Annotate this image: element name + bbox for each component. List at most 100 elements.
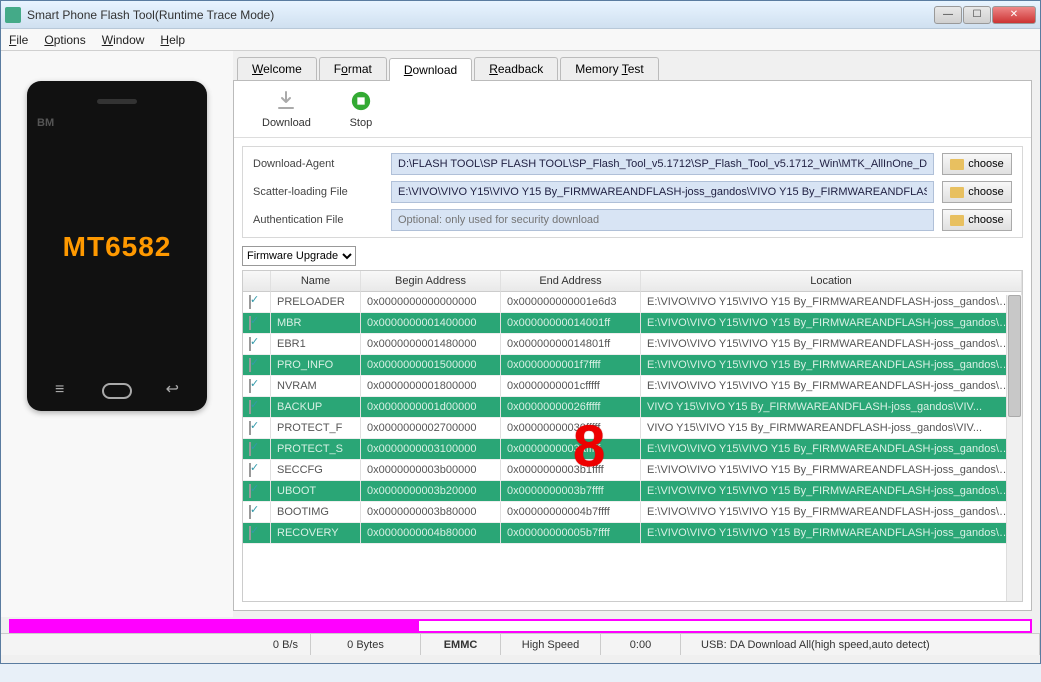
row-end: 0x00000000004b7ffff [501,502,641,522]
table-row[interactable]: PRELOADER0x00000000000000000x00000000000… [243,292,1022,313]
row-begin: 0x0000000003b80000 [361,502,501,522]
table-row[interactable]: UBOOT0x0000000003b200000x0000000003b7fff… [243,481,1022,502]
row-checkbox[interactable] [243,439,271,459]
tab-memory-test[interactable]: Memory Test [560,57,658,80]
row-name: SECCFG [271,460,361,480]
row-checkbox[interactable] [243,523,271,543]
col-checkbox[interactable] [243,271,271,292]
col-name[interactable]: Name [271,271,361,292]
row-end: 0x0000000003b1ffff [501,460,641,480]
row-end: 0x0000000001f7ffff [501,355,641,375]
row-checkbox[interactable] [243,376,271,396]
row-location: E:\VIVO\VIVO Y15\VIVO Y15 By_FIRMWAREAND… [641,355,1022,375]
table-row[interactable]: BACKUP0x0000000001d000000x00000000026fff… [243,397,1022,418]
row-location: VIVO Y15\VIVO Y15 By_FIRMWAREANDFLASH-jo… [641,418,1022,438]
close-button[interactable]: ✕ [992,6,1036,24]
table-row[interactable]: RECOVERY0x0000000004b800000x00000000005b… [243,523,1022,544]
tab-strip: Welcome Format Download Readback Memory … [237,57,1032,80]
minimize-button[interactable]: — [934,6,962,24]
tab-welcome[interactable]: Welcome [237,57,317,80]
scrollbar-thumb[interactable] [1008,295,1021,417]
tab-content: Download Stop Download-Agent choose Scat… [233,80,1032,611]
table-row[interactable]: BOOTIMG0x0000000003b800000x00000000004b7… [243,502,1022,523]
phone-chip-label: MT6582 [27,231,207,263]
row-checkbox[interactable] [243,460,271,480]
row-checkbox[interactable] [243,502,271,522]
table-row[interactable]: PROTECT_S0x00000000031000000x0000000003a… [243,439,1022,460]
row-checkbox[interactable] [243,481,271,501]
menu-window[interactable]: Window [102,33,145,47]
row-end: 0x00000000030fffff [501,418,641,438]
status-bytes: 0 Bytes [311,634,421,655]
menu-file[interactable]: File [9,33,28,47]
row-checkbox[interactable] [243,418,271,438]
row-name: RECOVERY [271,523,361,543]
scrollbar[interactable] [1006,295,1022,601]
row-checkbox[interactable] [243,292,271,312]
right-pane: Welcome Format Download Readback Memory … [233,51,1040,617]
da-input[interactable] [391,153,934,175]
app-window: Smart Phone Flash Tool(Runtime Trace Mod… [0,0,1041,664]
row-end: 0x0000000003b7ffff [501,481,641,501]
row-begin: 0x0000000004b80000 [361,523,501,543]
window-title: Smart Phone Flash Tool(Runtime Trace Mod… [27,8,934,22]
table-row[interactable]: EBR10x00000000014800000x00000000014801ff… [243,334,1022,355]
table-row[interactable]: NVRAM0x00000000018000000x0000000001cffff… [243,376,1022,397]
table-row[interactable]: SECCFG0x0000000003b000000x0000000003b1ff… [243,460,1022,481]
phone-bm-label: BM [37,117,54,129]
mode-dropdown[interactable]: Firmware Upgrade [242,246,356,266]
da-choose-button[interactable]: choose [942,153,1012,175]
col-begin[interactable]: Begin Address [361,271,501,292]
table-row[interactable]: PRO_INFO0x00000000015000000x0000000001f7… [243,355,1022,376]
row-name: EBR1 [271,334,361,354]
row-checkbox[interactable] [243,313,271,333]
tab-readback[interactable]: Readback [474,57,558,80]
tab-download[interactable]: Download [389,58,472,81]
auth-input[interactable] [391,209,934,231]
menu-options[interactable]: Options [44,33,85,47]
auth-choose-button[interactable]: choose [942,209,1012,231]
row-begin: 0x0000000001400000 [361,313,501,333]
file-group: Download-Agent choose Scatter-loading Fi… [242,146,1023,238]
table-row[interactable]: MBR0x00000000014000000x00000000014001ffE… [243,313,1022,334]
row-begin: 0x0000000001480000 [361,334,501,354]
table-body: PRELOADER0x00000000000000000x00000000000… [243,292,1022,601]
scatter-choose-button[interactable]: choose [942,181,1012,203]
col-location[interactable]: Location [641,271,1022,292]
tab-format[interactable]: Format [319,57,387,80]
stop-icon [349,89,373,113]
toolbar: Download Stop [234,81,1031,138]
row-begin: 0x0000000001800000 [361,376,501,396]
phone-mock: BM MT6582 ≡ ↩ [27,81,207,411]
folder-icon [950,187,964,198]
col-end[interactable]: End Address [501,271,641,292]
row-checkbox[interactable] [243,397,271,417]
maximize-button[interactable]: ☐ [963,6,991,24]
scatter-input[interactable] [391,181,934,203]
row-checkbox[interactable] [243,355,271,375]
table-header: Name Begin Address End Address Location [243,271,1022,292]
row-begin: 0x0000000000000000 [361,292,501,312]
auth-label: Authentication File [253,214,383,226]
progress-fill [11,621,419,631]
menu-help[interactable]: Help [160,33,185,47]
row-name: BACKUP [271,397,361,417]
table-row[interactable]: PROTECT_F0x00000000027000000x00000000030… [243,418,1022,439]
row-name: NVRAM [271,376,361,396]
row-end: 0x0000000003afffff [501,439,641,459]
row-name: UBOOT [271,481,361,501]
status-speed: 0 B/s [1,634,311,655]
row-begin: 0x0000000001500000 [361,355,501,375]
row-name: BOOTIMG [271,502,361,522]
row-end: 0x00000000005b7ffff [501,523,641,543]
download-button[interactable]: Download [262,89,311,129]
overlay-annotation-8: 8 [573,413,605,480]
row-location: E:\VIVO\VIVO Y15\VIVO Y15 By_FIRMWAREAND… [641,313,1022,333]
row-location: VIVO Y15\VIVO Y15 By_FIRMWAREANDFLASH-jo… [641,397,1022,417]
row-location: E:\VIVO\VIVO Y15\VIVO Y15 By_FIRMWAREAND… [641,439,1022,459]
row-name: PRELOADER [271,292,361,312]
stop-button[interactable]: Stop [349,89,373,129]
row-name: PROTECT_F [271,418,361,438]
row-location: E:\VIVO\VIVO Y15\VIVO Y15 By_FIRMWAREAND… [641,376,1022,396]
row-checkbox[interactable] [243,334,271,354]
